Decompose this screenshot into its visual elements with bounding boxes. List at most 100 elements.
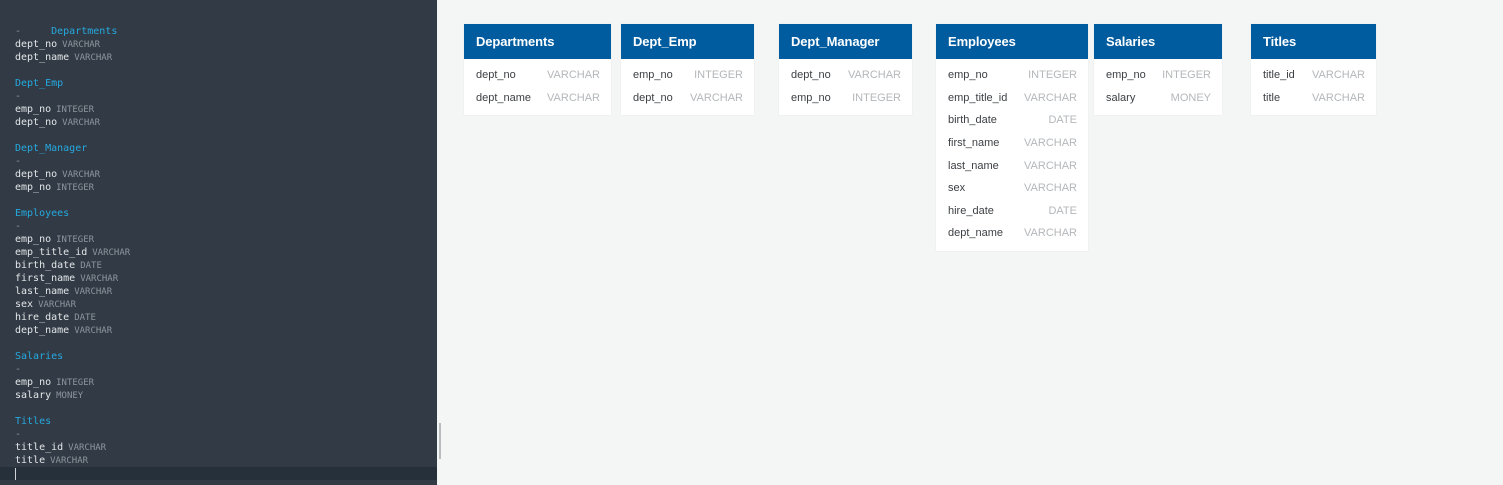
text-caret [15, 468, 16, 480]
er-column-type: INTEGER [1162, 69, 1211, 82]
editor-column-line: last_name VARCHAR [15, 285, 437, 298]
editor-column-name: emp_no [15, 104, 52, 115]
editor-table-name: Departments [51, 26, 118, 37]
er-table-header[interactable]: Employees [936, 24, 1088, 59]
editor-column-name: first_name [15, 273, 76, 284]
editor-column-type: VARCHAR [74, 53, 113, 63]
editor-column-line: sex VARCHAR [15, 298, 437, 311]
editor-column-line: emp_no INTEGER [15, 376, 437, 389]
er-table-header[interactable]: Salaries [1094, 24, 1222, 59]
er-column-type: VARCHAR [1312, 91, 1365, 104]
er-column-row[interactable]: emp_title_id VARCHAR [936, 87, 1088, 110]
er-column-row[interactable]: dept_no VARCHAR [464, 64, 611, 87]
er-column-type: INTEGER [1028, 69, 1077, 82]
schema-editor[interactable]: Departments - dept_no VARCHAR dept_name VA… [0, 0, 437, 485]
editor-column-type: VARCHAR [62, 170, 101, 180]
editor-column-type: VARCHAR [62, 118, 101, 128]
er-table-header[interactable]: Departments [464, 24, 611, 59]
er-table-departments[interactable]: Departments dept_no VARCHAR dept_name VARC… [464, 24, 611, 116]
er-column-type: VARCHAR [1024, 159, 1077, 172]
editor-column-name: dept_no [15, 117, 58, 128]
er-column-name: hire_date [948, 204, 994, 217]
editor-lines[interactable]: Departments - dept_no VARCHAR dept_name VA… [15, 12, 437, 467]
er-column-row[interactable]: dept_name VARCHAR [936, 222, 1088, 245]
er-table-header[interactable]: Dept_Emp [621, 24, 754, 59]
editor-separator: - [15, 91, 22, 102]
editor-column-line: dept_no VARCHAR [15, 116, 437, 129]
editor-column-name: hire_date [15, 312, 70, 323]
er-column-row[interactable]: title VARCHAR [1251, 87, 1376, 110]
editor-column-type: MONEY [56, 391, 84, 401]
er-column-row[interactable]: first_name VARCHAR [936, 132, 1088, 155]
editor-column-line: salary MONEY [15, 389, 437, 402]
er-table-header[interactable]: Titles [1251, 24, 1376, 59]
editor-column-type: VARCHAR [74, 326, 113, 336]
editor-separator: - [15, 429, 22, 440]
er-table-employees[interactable]: Employees emp_no INTEGER emp_title_id VARC… [936, 24, 1088, 251]
editor-column-name: emp_title_id [15, 247, 88, 258]
editor-column-name: emp_no [15, 182, 52, 193]
er-column-row[interactable]: hire_date DATE [936, 200, 1088, 223]
editor-column-line: title_id VARCHAR [15, 441, 437, 454]
editor-table-block: Departments [15, 12, 437, 37]
editor-column-name: dept_no [15, 39, 58, 50]
editor-column-type: VARCHAR [68, 443, 107, 453]
editor-column-type: VARCHAR [74, 287, 113, 297]
editor-separator: - [15, 221, 22, 232]
editor-column-type: VARCHAR [80, 274, 119, 284]
er-column-row[interactable]: emp_no INTEGER [936, 64, 1088, 87]
editor-column-line: dept_name VARCHAR [15, 51, 437, 64]
er-column-row[interactable]: sex VARCHAR [936, 177, 1088, 200]
active-line-highlight [0, 467, 437, 480]
editor-column-line: emp_no INTEGER [15, 233, 437, 246]
editor-column-name: emp_no [15, 377, 52, 388]
er-column-row[interactable]: dept_name VARCHAR [464, 87, 611, 110]
er-column-row[interactable]: emp_no INTEGER [779, 87, 912, 110]
er-column-row[interactable]: last_name VARCHAR [936, 154, 1088, 177]
editor-column-name: title_id [15, 442, 64, 453]
er-column-name: title [1263, 91, 1281, 104]
er-column-name: emp_no [948, 69, 988, 82]
editor-column-name: emp_no [15, 234, 52, 245]
er-column-name: emp_no [791, 91, 831, 104]
er-column-row[interactable]: emp_no INTEGER [1094, 64, 1222, 87]
editor-column-name: dept_name [15, 325, 70, 336]
er-column-row[interactable]: birth_date DATE [936, 109, 1088, 132]
er-column-type: VARCHAR [1024, 91, 1077, 104]
er-column-row[interactable]: dept_no VARCHAR [621, 87, 754, 110]
editor-column-type: VARCHAR [62, 40, 101, 50]
er-table-salaries[interactable]: Salaries emp_no INTEGER salary MONEY [1094, 24, 1222, 116]
er-column-row[interactable]: salary MONEY [1094, 87, 1222, 110]
er-column-name: dept_no [791, 69, 831, 82]
editor-column-name: dept_no [15, 169, 58, 180]
diagram-canvas[interactable]: Departments dept_no VARCHAR dept_name VARC… [437, 0, 1503, 485]
editor-table-name: Employees [15, 208, 70, 219]
editor-column-name: birth_date [15, 260, 76, 271]
editor-column-name: sex [15, 299, 34, 310]
editor-column-line: hire_date DATE [15, 311, 437, 324]
editor-column-type: VARCHAR [92, 248, 131, 258]
editor-column-name: dept_name [15, 52, 70, 63]
editor-column-name: salary [15, 390, 52, 401]
er-column-row[interactable]: dept_no VARCHAR [779, 64, 912, 87]
editor-column-line: birth_date DATE [15, 259, 437, 272]
er-column-name: birth_date [948, 114, 997, 127]
er-column-name: sex [948, 182, 966, 195]
er-table-dept-emp[interactable]: Dept_Emp emp_no INTEGER dept_no VARCHAR [621, 24, 754, 116]
er-column-type: MONEY [1170, 91, 1211, 104]
er-column-name: salary [1106, 91, 1136, 104]
editor-column-line: title VARCHAR [15, 454, 437, 467]
editor-table-name: Salaries [15, 351, 64, 362]
editor-table-name: Dept_Manager [15, 143, 88, 154]
editor-column-type: DATE [80, 261, 102, 271]
er-column-type: VARCHAR [547, 69, 600, 82]
er-table-titles[interactable]: Titles title_id VARCHAR title VARCHAR [1251, 24, 1376, 116]
editor-column-type: DATE [74, 313, 96, 323]
er-column-name: emp_title_id [948, 91, 1008, 104]
er-column-name: title_id [1263, 69, 1295, 82]
er-column-row[interactable]: title_id VARCHAR [1251, 64, 1376, 87]
er-column-row[interactable]: emp_no INTEGER [621, 64, 754, 87]
er-column-type: VARCHAR [690, 91, 743, 104]
er-table-dept-manager[interactable]: Dept_Manager dept_no VARCHAR emp_no INTEGE… [779, 24, 912, 116]
er-table-header[interactable]: Dept_Manager [779, 24, 912, 59]
